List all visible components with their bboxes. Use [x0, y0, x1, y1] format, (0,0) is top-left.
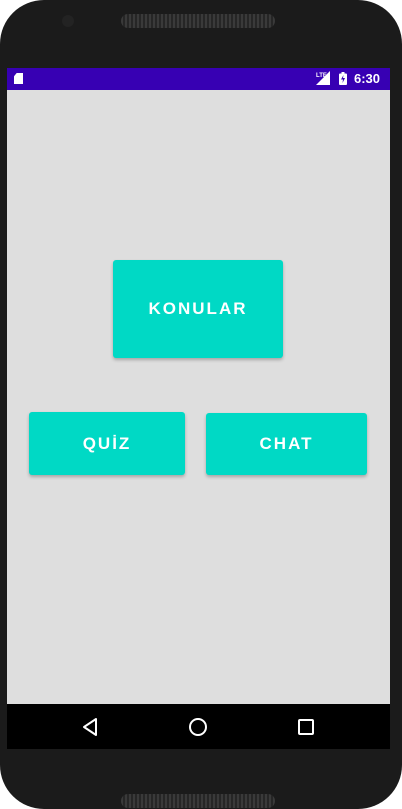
front-camera	[62, 15, 74, 27]
chat-button[interactable]: CHAT	[206, 413, 367, 475]
konular-button[interactable]: KONULAR	[113, 260, 283, 358]
back-icon[interactable]	[80, 716, 102, 738]
recents-icon[interactable]	[295, 716, 317, 738]
app-screen: LTE 6:30 KONULAR QUİZ CHAT	[7, 68, 390, 748]
status-clock: 6:30	[354, 71, 381, 86]
home-icon[interactable]	[187, 716, 209, 738]
sd-card-icon	[14, 73, 23, 84]
status-bar: LTE 6:30	[7, 68, 390, 90]
phone-frame: LTE 6:30 KONULAR QUİZ CHAT	[0, 0, 402, 809]
svg-text:LTE: LTE	[316, 73, 327, 79]
top-speaker	[121, 14, 275, 28]
navigation-bar	[7, 704, 390, 749]
bottom-speaker	[121, 794, 275, 808]
quiz-button[interactable]: QUİZ	[29, 412, 185, 475]
lte-signal-icon: LTE	[316, 71, 330, 85]
battery-charging-icon	[339, 72, 347, 85]
